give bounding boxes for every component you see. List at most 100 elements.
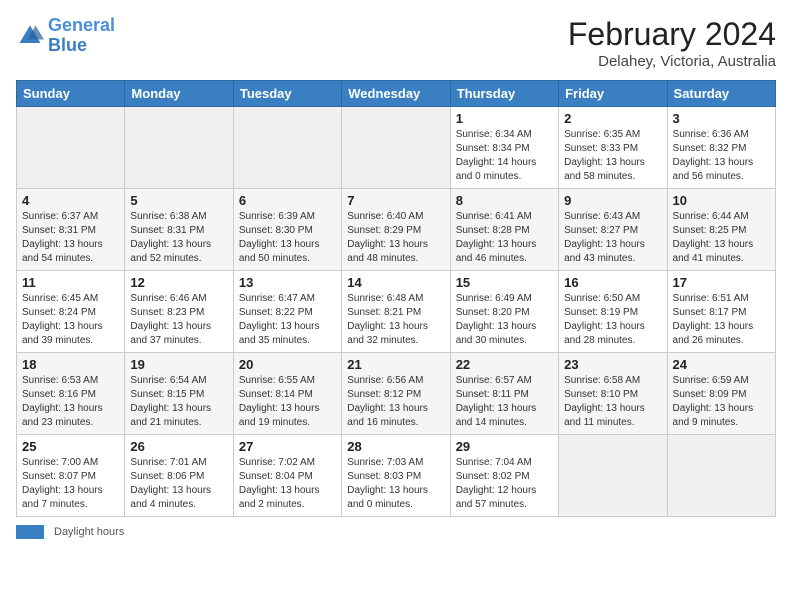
calendar-cell: 7Sunrise: 6:40 AM Sunset: 8:29 PM Daylig… — [342, 189, 450, 271]
day-info: Sunrise: 6:37 AM Sunset: 8:31 PM Dayligh… — [22, 210, 119, 266]
day-number: 19 — [130, 357, 227, 372]
day-info: Sunrise: 7:03 AM Sunset: 8:03 PM Dayligh… — [347, 456, 444, 512]
calendar-cell: 22 Sunrise: 6:57 AM Sunset: 8:11 PM Dayli… — [450, 353, 558, 435]
day-number: 29 — [456, 439, 553, 454]
day-info: Sunrise: 6:43 AM Sunset: 8:27 PM Dayligh… — [564, 210, 661, 266]
calendar-cell — [125, 107, 233, 189]
day-number: 27 — [239, 439, 336, 454]
col-thursday: Thursday — [450, 81, 558, 107]
calendar-cell: 11 Sunrise: 6:45 AM Sunset: 8:24 PM Dayli… — [17, 271, 125, 353]
day-number: 26 — [130, 439, 227, 454]
day-number: 28 — [347, 439, 444, 454]
day-number: 11 — [22, 275, 119, 290]
day-info: Sunrise: 7:02 AM Sunset: 8:04 PM Dayligh… — [239, 456, 336, 512]
calendar-cell: 24Sunrise: 6:59 AM Sunset: 8:09 PM Dayli… — [667, 353, 775, 435]
logo: General Blue — [16, 16, 115, 56]
daylight-swatch — [16, 525, 44, 539]
day-info: Sunrise: 6:58 AM Sunset: 8:10 PM Dayligh… — [564, 374, 661, 430]
day-number: 12 — [130, 275, 227, 290]
day-number: 20 — [239, 357, 336, 372]
day-number: 1 — [456, 111, 553, 126]
location: Delahey, Victoria, Australia — [568, 53, 776, 70]
calendar-cell: 27 Sunrise: 7:02 AM Sunset: 8:04 PM Dayli… — [233, 435, 341, 517]
day-info: Sunrise: 6:59 AM Sunset: 8:09 PM Dayligh… — [673, 374, 770, 430]
day-info: Sunrise: 7:04 AM Sunset: 8:02 PM Dayligh… — [456, 456, 553, 512]
calendar-header: Sunday Monday Tuesday Wednesday Thursday… — [17, 81, 776, 107]
calendar-cell: 13Sunrise: 6:47 AM Sunset: 8:22 PM Dayli… — [233, 271, 341, 353]
calendar-cell: 1 Sunrise: 6:34 AM Sunset: 8:34 PM Daylig… — [450, 107, 558, 189]
calendar-cell: 15Sunrise: 6:49 AM Sunset: 8:20 PM Dayli… — [450, 271, 558, 353]
col-monday: Monday — [125, 81, 233, 107]
day-info: Sunrise: 6:41 AM Sunset: 8:28 PM Dayligh… — [456, 210, 553, 266]
day-info: Sunrise: 6:56 AM Sunset: 8:12 PM Dayligh… — [347, 374, 444, 430]
calendar-week-3: 11 Sunrise: 6:45 AM Sunset: 8:24 PM Dayli… — [17, 271, 776, 353]
day-info: Sunrise: 6:49 AM Sunset: 8:20 PM Dayligh… — [456, 292, 553, 348]
day-number: 8 — [456, 193, 553, 208]
day-number: 5 — [130, 193, 227, 208]
day-number: 14 — [347, 275, 444, 290]
calendar-cell: 4 Sunrise: 6:37 AM Sunset: 8:31 PM Daylig… — [17, 189, 125, 271]
day-number: 10 — [673, 193, 770, 208]
title-block: February 2024 Delahey, Victoria, Austral… — [568, 16, 776, 70]
day-info: Sunrise: 6:54 AM Sunset: 8:15 PM Dayligh… — [130, 374, 227, 430]
col-tuesday: Tuesday — [233, 81, 341, 107]
day-number: 4 — [22, 193, 119, 208]
day-number: 2 — [564, 111, 661, 126]
day-info: Sunrise: 6:34 AM Sunset: 8:34 PM Dayligh… — [456, 128, 553, 184]
day-number: 13 — [239, 275, 336, 290]
day-number: 3 — [673, 111, 770, 126]
calendar-cell: 6 Sunrise: 6:39 AM Sunset: 8:30 PM Daylig… — [233, 189, 341, 271]
calendar-cell — [233, 107, 341, 189]
day-info: Sunrise: 6:51 AM Sunset: 8:17 PM Dayligh… — [673, 292, 770, 348]
calendar-cell: 14 Sunrise: 6:48 AM Sunset: 8:21 PM Dayli… — [342, 271, 450, 353]
calendar-cell: 10 Sunrise: 6:44 AM Sunset: 8:25 PM Dayli… — [667, 189, 775, 271]
day-number: 6 — [239, 193, 336, 208]
page-header: General Blue February 2024 Delahey, Vict… — [16, 16, 776, 70]
day-number: 9 — [564, 193, 661, 208]
logo-icon — [16, 22, 44, 50]
day-info: Sunrise: 6:48 AM Sunset: 8:21 PM Dayligh… — [347, 292, 444, 348]
calendar-footer: Daylight hours — [16, 525, 776, 539]
header-row: Sunday Monday Tuesday Wednesday Thursday… — [17, 81, 776, 107]
calendar-cell: 28 Sunrise: 7:03 AM Sunset: 8:03 PM Dayli… — [342, 435, 450, 517]
calendar-week-1: 1 Sunrise: 6:34 AM Sunset: 8:34 PM Daylig… — [17, 107, 776, 189]
calendar-cell: 9 Sunrise: 6:43 AM Sunset: 8:27 PM Daylig… — [559, 189, 667, 271]
logo-line1: General — [48, 15, 115, 35]
col-sunday: Sunday — [17, 81, 125, 107]
calendar-cell: 20 Sunrise: 6:55 AM Sunset: 8:14 PM Dayli… — [233, 353, 341, 435]
day-number: 22 — [456, 357, 553, 372]
calendar-cell: 3Sunrise: 6:36 AM Sunset: 8:32 PM Daylig… — [667, 107, 775, 189]
calendar-cell: 26Sunrise: 7:01 AM Sunset: 8:06 PM Dayli… — [125, 435, 233, 517]
day-info: Sunrise: 6:53 AM Sunset: 8:16 PM Dayligh… — [22, 374, 119, 430]
calendar-cell: 21 Sunrise: 6:56 AM Sunset: 8:12 PM Dayli… — [342, 353, 450, 435]
calendar-body: 1 Sunrise: 6:34 AM Sunset: 8:34 PM Daylig… — [17, 107, 776, 517]
logo-text: General Blue — [48, 16, 115, 56]
day-number: 7 — [347, 193, 444, 208]
day-number: 16 — [564, 275, 661, 290]
day-info: Sunrise: 6:57 AM Sunset: 8:11 PM Dayligh… — [456, 374, 553, 430]
calendar-cell: 16Sunrise: 6:50 AM Sunset: 8:19 PM Dayli… — [559, 271, 667, 353]
calendar-cell: 19 Sunrise: 6:54 AM Sunset: 8:15 PM Dayli… — [125, 353, 233, 435]
day-info: Sunrise: 6:38 AM Sunset: 8:31 PM Dayligh… — [130, 210, 227, 266]
month-year: February 2024 — [568, 16, 776, 53]
day-number: 18 — [22, 357, 119, 372]
calendar-cell — [342, 107, 450, 189]
day-number: 25 — [22, 439, 119, 454]
day-info: Sunrise: 6:46 AM Sunset: 8:23 PM Dayligh… — [130, 292, 227, 348]
calendar-cell: 25Sunrise: 7:00 AM Sunset: 8:07 PM Dayli… — [17, 435, 125, 517]
calendar-cell: 23 Sunrise: 6:58 AM Sunset: 8:10 PM Dayli… — [559, 353, 667, 435]
day-info: Sunrise: 6:55 AM Sunset: 8:14 PM Dayligh… — [239, 374, 336, 430]
calendar-cell: 18 Sunrise: 6:53 AM Sunset: 8:16 PM Dayli… — [17, 353, 125, 435]
day-info: Sunrise: 6:44 AM Sunset: 8:25 PM Dayligh… — [673, 210, 770, 266]
logo-line2: Blue — [48, 35, 87, 55]
day-info: Sunrise: 6:45 AM Sunset: 8:24 PM Dayligh… — [22, 292, 119, 348]
day-number: 17 — [673, 275, 770, 290]
day-number: 21 — [347, 357, 444, 372]
day-info: Sunrise: 6:35 AM Sunset: 8:33 PM Dayligh… — [564, 128, 661, 184]
day-number: 23 — [564, 357, 661, 372]
calendar-cell: 17 Sunrise: 6:51 AM Sunset: 8:17 PM Dayli… — [667, 271, 775, 353]
col-saturday: Saturday — [667, 81, 775, 107]
day-info: Sunrise: 6:39 AM Sunset: 8:30 PM Dayligh… — [239, 210, 336, 266]
col-wednesday: Wednesday — [342, 81, 450, 107]
calendar-week-2: 4 Sunrise: 6:37 AM Sunset: 8:31 PM Daylig… — [17, 189, 776, 271]
